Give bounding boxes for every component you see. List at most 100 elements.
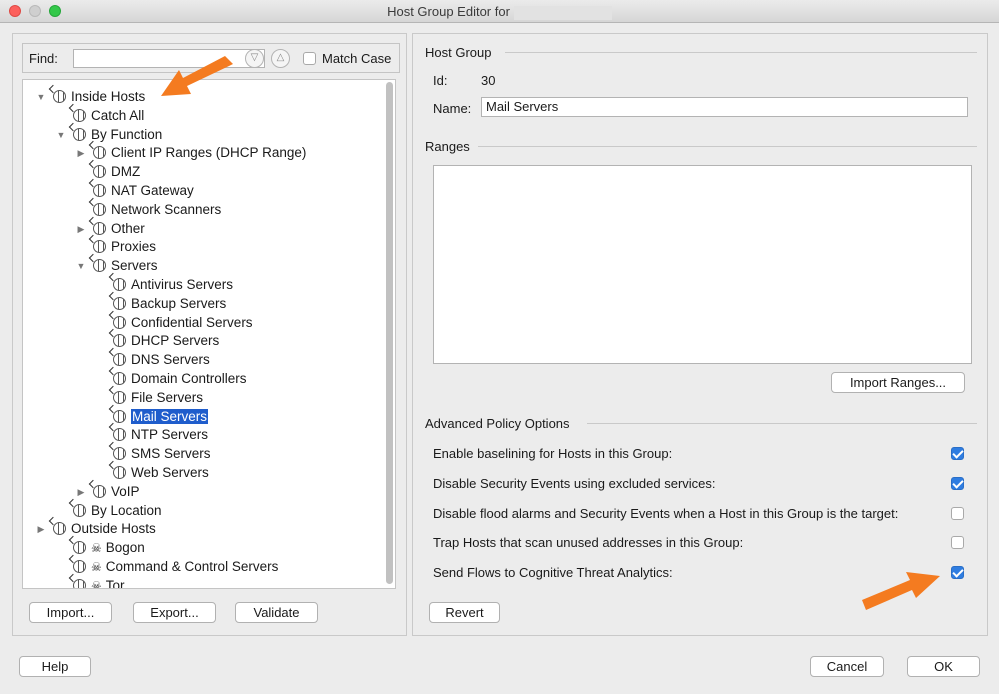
help-button[interactable]: Help (19, 656, 91, 677)
tree-item[interactable]: NAT Gateway (93, 182, 194, 200)
collapsed-arrow-icon[interactable]: ▶ (35, 520, 47, 538)
tree-item[interactable]: DHCP Servers (113, 332, 219, 350)
tree-item[interactable]: ▶ VoIP (78, 483, 140, 501)
advanced-option-label: Disable flood alarms and Security Events… (433, 505, 899, 521)
ok-button[interactable]: OK (907, 656, 980, 677)
host-group-tree[interactable]: ▼ Inside Hosts Catch All ▼ By Function ▶ Clien… (22, 79, 396, 589)
tree-item-label: Confidential Servers (131, 314, 253, 330)
tree-item[interactable]: Domain Controllers (113, 370, 247, 388)
expanded-arrow-icon[interactable]: ▼ (75, 257, 87, 275)
globe-icon (113, 428, 126, 442)
advanced-option-label: Disable Security Events using excluded s… (433, 475, 716, 491)
tree-item[interactable]: NTP Servers (113, 426, 208, 444)
export-button[interactable]: Export... (133, 602, 216, 623)
tree-item-label: DHCP Servers (131, 333, 220, 349)
tree-item-label: Bogon (105, 540, 145, 556)
tree-item[interactable]: Backup Servers (113, 295, 226, 313)
skull-icon: ☠ (91, 578, 102, 589)
tree-item-label: NTP Servers (131, 427, 209, 443)
globe-icon (93, 202, 106, 216)
tree-item[interactable]: DNS Servers (113, 351, 210, 369)
advanced-option-checkbox[interactable] (951, 447, 964, 460)
tree-item[interactable]: SMS Servers (113, 445, 211, 463)
advanced-option-checkbox[interactable] (951, 506, 964, 520)
tree-item[interactable]: ▶ Other (78, 220, 145, 238)
tree-item[interactable]: Catch All (73, 107, 144, 125)
tree-item-label: Inside Hosts (71, 89, 146, 104)
advanced-option-label: Enable baselining for Hosts in this Grou… (433, 446, 673, 461)
tree-item-label: Other (111, 220, 145, 236)
tree-item-label: Command & Control Servers (105, 559, 279, 574)
validate-button[interactable]: Validate (235, 602, 318, 623)
annotation-arrow-icon (862, 572, 940, 610)
tree-item[interactable]: By Location (73, 502, 162, 520)
globe-icon (93, 240, 106, 254)
host-group-tree-panel: Find: ▽ △ Match Case ▼ Inside Hosts Catch … (12, 33, 407, 636)
match-case-checkbox[interactable] (303, 52, 316, 65)
advanced-option-checkbox[interactable] (951, 476, 964, 490)
advanced-option-label: Trap Hosts that scan unused addresses in… (433, 535, 744, 551)
tree-item[interactable]: DMZ (93, 163, 140, 181)
tree-item[interactable]: ▶ Outside Hosts (38, 520, 156, 538)
tree-item[interactable]: ☠ Bogon (73, 539, 145, 557)
globe-icon (93, 484, 106, 498)
tree-item-label: VoIP (111, 483, 140, 499)
import-button[interactable]: Import... (29, 602, 112, 623)
tree-item-label: By Function (91, 126, 163, 142)
tree-item-label: Backup Servers (131, 295, 227, 311)
tree-item[interactable]: Mail Servers (113, 408, 209, 426)
collapsed-arrow-icon[interactable]: ▶ (75, 220, 87, 238)
globe-icon (93, 259, 106, 273)
window-title: Host Group Editor for (0, 4, 999, 20)
globe-icon (93, 184, 106, 197)
ranges-list[interactable] (433, 165, 972, 364)
match-case-label: Match Case (322, 51, 392, 66)
tree-item-label: NAT Gateway (111, 183, 194, 198)
tree-item[interactable]: ☠ Tor (73, 577, 125, 589)
tree-item-label: Antivirus Servers (131, 277, 234, 292)
tree-item[interactable]: Proxies (93, 238, 156, 256)
tree-item[interactable]: ▶ Client IP Ranges (DHCP Range) (78, 144, 307, 162)
tree-item-label: Tor (105, 577, 125, 589)
tree-item[interactable]: Web Servers (113, 464, 209, 482)
tree-item-label: Catch All (91, 107, 145, 123)
tree-item[interactable]: Network Scanners (93, 201, 221, 219)
tree-item[interactable]: ▼ Inside Hosts (37, 88, 146, 106)
expanded-arrow-icon[interactable]: ▼ (35, 88, 47, 106)
tree-item-label: Servers (111, 258, 158, 274)
globe-icon (93, 221, 106, 235)
globe-icon (53, 522, 66, 536)
tree-item[interactable]: File Servers (113, 389, 203, 407)
find-next-icon[interactable]: ▽ (245, 49, 264, 68)
tree-item[interactable]: ▼ Servers (77, 257, 158, 275)
expanded-arrow-icon[interactable]: ▼ (55, 126, 67, 144)
tree-item-label: Domain Controllers (131, 371, 247, 386)
advanced-policy-section-title: Advanced Policy Options (425, 416, 570, 431)
advanced-option-label: Send Flows to Cognitive Threat Analytics… (433, 565, 673, 581)
skull-globe-icon (73, 560, 86, 573)
tree-item[interactable]: ☠ Command & Control Servers (73, 558, 278, 576)
globe-icon (93, 146, 106, 160)
collapsed-arrow-icon[interactable]: ▶ (75, 483, 87, 501)
globe-icon (113, 278, 126, 291)
advanced-option-checkbox[interactable] (951, 566, 964, 580)
import-ranges-button[interactable]: Import Ranges... (831, 372, 965, 393)
tree-item[interactable]: Confidential Servers (113, 314, 253, 332)
tree-scrollbar[interactable] (386, 82, 393, 584)
advanced-option-checkbox[interactable] (951, 536, 964, 550)
revert-button[interactable]: Revert (429, 602, 500, 623)
collapsed-arrow-icon[interactable]: ▶ (75, 144, 87, 162)
redacted-host-name (513, 5, 612, 20)
globe-icon (73, 127, 86, 141)
tree-item[interactable]: ▼ By Function (57, 126, 163, 144)
find-previous-icon[interactable]: △ (271, 49, 290, 68)
cancel-button[interactable]: Cancel (810, 656, 884, 677)
tree-item-label: SMS Servers (131, 446, 211, 462)
skull-icon: ☠ (91, 541, 102, 556)
find-label: Find: (29, 51, 58, 66)
tree-item[interactable]: Antivirus Servers (113, 276, 233, 294)
name-field[interactable]: Mail Servers (481, 97, 968, 117)
tree-item-label: Client IP Ranges (DHCP Range) (111, 145, 307, 161)
divider (587, 423, 977, 424)
tree-item-label: DNS Servers (131, 352, 210, 368)
